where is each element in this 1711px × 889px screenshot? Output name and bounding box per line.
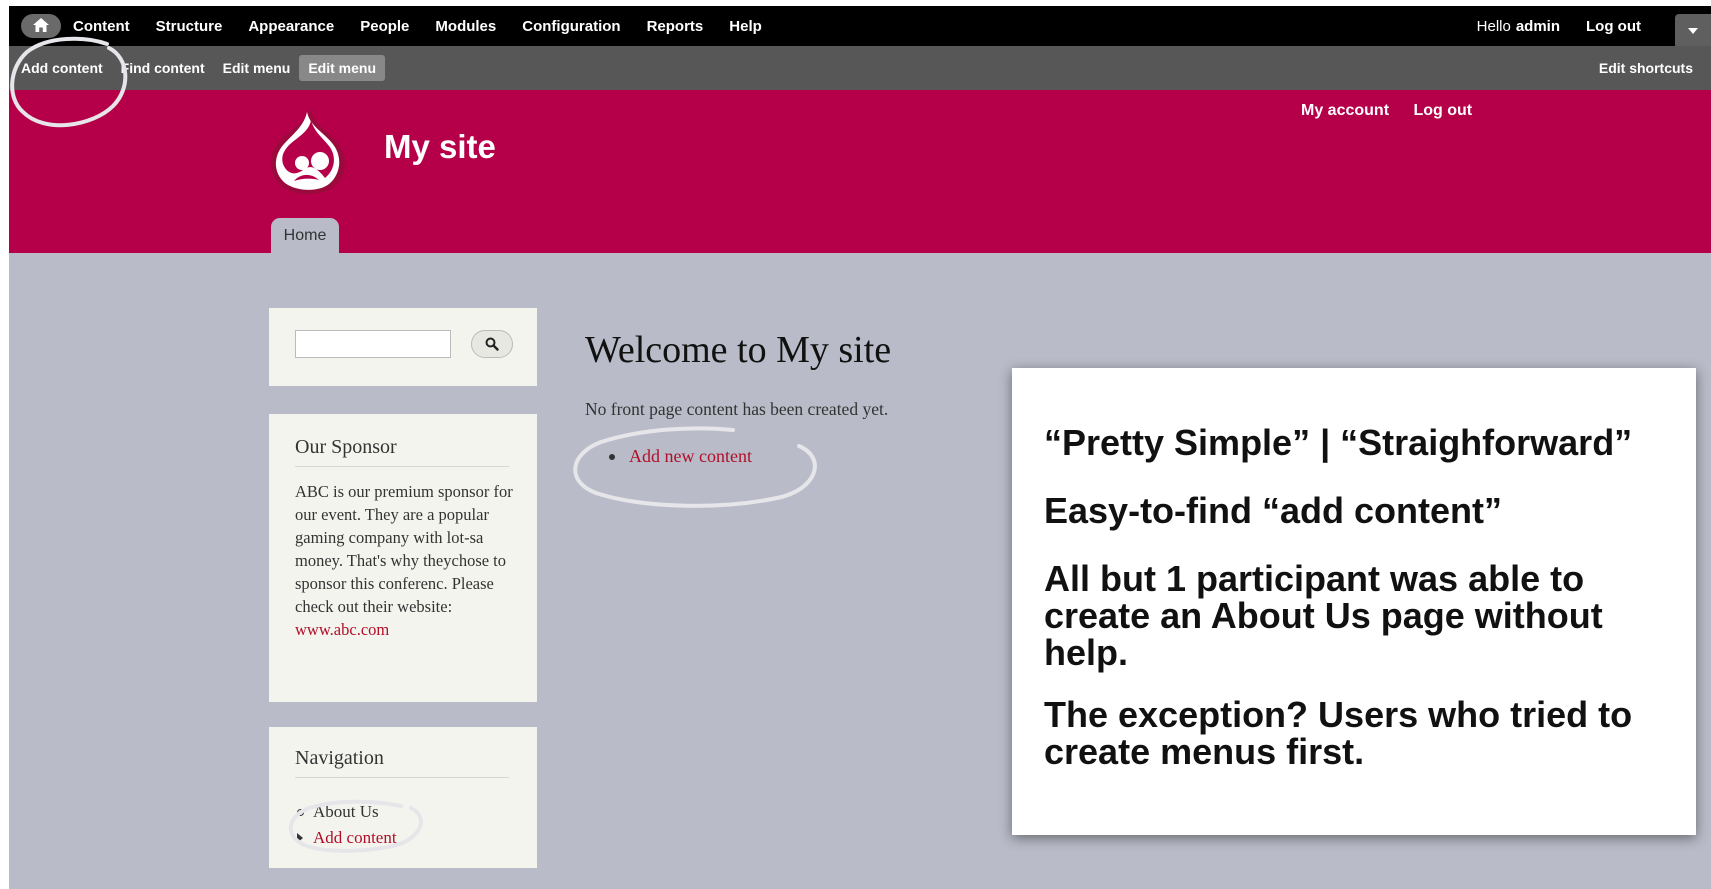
tab-home[interactable]: Home [271,218,339,253]
nav-link-about-us[interactable]: About Us [313,799,379,825]
sponsor-block: Our Sponsor ABC is our premium sponsor f… [269,414,537,702]
shortcuts-toggle-button[interactable] [1675,14,1711,46]
circle-bullet-icon [297,808,304,816]
search-block [269,308,537,386]
empty-front-message: No front page content has been created y… [585,399,889,419]
nav-link-add-content[interactable]: Add content [313,825,397,851]
navigation-block: Navigation About Us Add content [269,727,537,868]
callout-line-3: All but 1 participant was able to create… [1044,558,1603,673]
sponsor-body: ABC is our premium sponsor for our event… [295,480,521,641]
header-logout-link[interactable]: Log out [1413,102,1472,119]
list-bullet-icon [609,453,615,460]
main-link-list: Add new content [609,446,752,467]
shortcut-edit-menu-active[interactable]: Edit menu [299,55,385,81]
toolbar-menu: Content Structure Appearance People Modu… [73,6,788,46]
search-input[interactable] [295,330,451,358]
username-link[interactable]: admin [1516,18,1560,35]
search-icon [485,337,499,351]
sponsor-title: Our Sponsor [295,436,509,467]
menu-reports[interactable]: Reports [647,18,704,35]
hello-label: Hello [1476,17,1511,35]
menu-appearance[interactable]: Appearance [248,18,334,35]
menu-people[interactable]: People [360,18,409,35]
callout-line-4: The exception? Users who tried to create… [1044,694,1633,772]
edit-shortcuts-link[interactable]: Edit shortcuts [1599,46,1693,90]
highlight-circle-main-link [573,426,817,508]
menu-configuration[interactable]: Configuration [522,18,620,35]
home-icon [33,18,49,32]
drupal-logo-icon[interactable] [267,108,349,196]
callout-line-2: Easy-to-find “add content” [1044,490,1502,531]
navigation-list: About Us Add content [297,799,397,851]
navigation-title: Navigation [295,747,509,778]
secondary-menu: My account Log out [1301,102,1492,120]
shortcuts-bar: Add content Find content Edit menu Edit … [9,46,1711,90]
menu-modules[interactable]: Modules [435,18,496,35]
sponsor-text: ABC is our premium sponsor for our event… [295,482,513,616]
admin-toolbar: Content Structure Appearance People Modu… [9,6,1711,46]
menu-help[interactable]: Help [729,18,762,35]
shortcut-find-content[interactable]: Find content [121,60,205,76]
nav-item-about-us: About Us [297,799,397,825]
sponsor-website-link[interactable]: www.abc.com [295,618,521,641]
page-title: Welcome to My site [585,329,892,371]
home-button[interactable] [21,14,61,38]
menu-structure[interactable]: Structure [156,18,223,35]
add-new-content-link[interactable]: Add new content [629,446,752,467]
my-account-link[interactable]: My account [1301,102,1389,119]
user-area: Hello admin Log out [1477,6,1641,46]
annotation-callout: “Pretty Simple” | “Straighforward” Easy-… [1012,368,1696,835]
toolbar-logout-link[interactable]: Log out [1586,18,1641,35]
browser-viewport: Content Structure Appearance People Modu… [9,6,1711,889]
menu-content[interactable]: Content [73,18,130,35]
shortcut-add-content[interactable]: Add content [21,60,103,76]
expand-arrow-icon[interactable] [297,833,303,843]
callout-line-1: “Pretty Simple” | “Straighforward” [1044,422,1633,463]
shortcut-edit-menu[interactable]: Edit menu [223,60,291,76]
nav-item-add-content: Add content [297,825,397,851]
site-header: My site My account Log out Home [9,90,1711,253]
site-name[interactable]: My site [384,128,496,166]
search-button[interactable] [471,330,513,358]
